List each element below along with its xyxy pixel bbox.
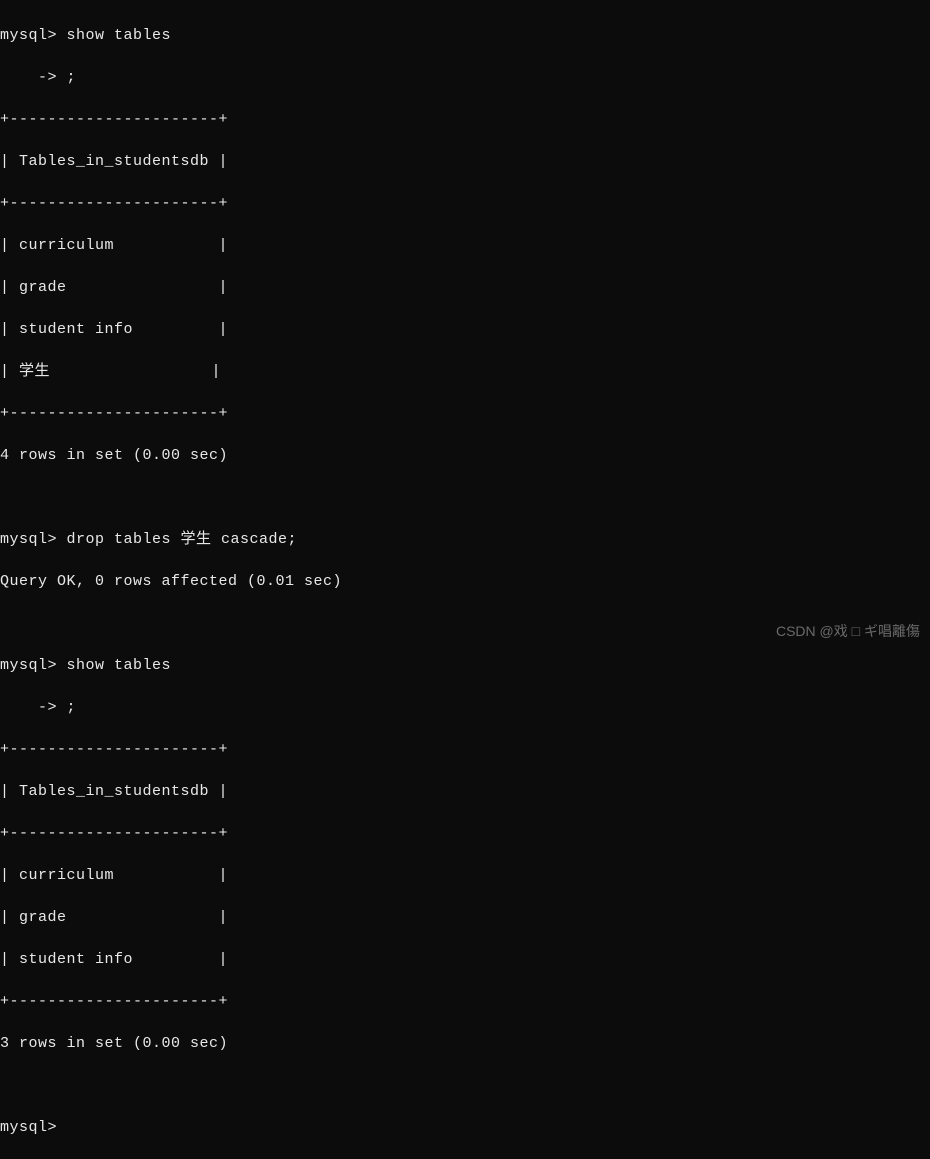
table-divider: +----------------------+ [0, 193, 930, 214]
mysql-prompt: mysql> [0, 531, 57, 548]
result-text: 4 rows in set (0.00 sec) [0, 445, 930, 466]
table-divider: +----------------------+ [0, 991, 930, 1012]
table-header: | Tables_in_studentsdb | [0, 781, 930, 802]
command-text: show tables [67, 657, 172, 674]
table-row: | grade | [0, 907, 930, 928]
prompt-line[interactable]: mysql> [0, 1117, 930, 1138]
continuation-prompt: -> [0, 69, 57, 86]
table-row: | 学生 | [0, 361, 930, 382]
mysql-prompt: mysql> [0, 27, 57, 44]
semicolon: ; [67, 699, 77, 716]
command-text: drop tables 学生 cascade; [67, 531, 298, 548]
command-text: show tables [67, 27, 172, 44]
terminal-output: mysql> show tables -> ; +---------------… [0, 4, 930, 1159]
table-divider: +----------------------+ [0, 109, 930, 130]
blank-line [0, 487, 930, 508]
semicolon: ; [67, 69, 77, 86]
mysql-prompt: mysql> [0, 657, 57, 674]
table-divider: +----------------------+ [0, 403, 930, 424]
continuation-prompt: -> [0, 699, 57, 716]
table-row: | curriculum | [0, 865, 930, 886]
table-row: | curriculum | [0, 235, 930, 256]
result-text: 3 rows in set (0.00 sec) [0, 1033, 930, 1054]
watermark-text: CSDN @戏 □ ギ唱離傷 [776, 622, 920, 642]
table-header: | Tables_in_studentsdb | [0, 151, 930, 172]
table-divider: +----------------------+ [0, 823, 930, 844]
table-row: | student info | [0, 949, 930, 970]
prompt-line[interactable]: mysql> show tables [0, 655, 930, 676]
continuation-line[interactable]: -> ; [0, 697, 930, 718]
continuation-line[interactable]: -> ; [0, 67, 930, 88]
result-text: Query OK, 0 rows affected (0.01 sec) [0, 571, 930, 592]
mysql-prompt: mysql> [0, 1119, 57, 1136]
prompt-line[interactable]: mysql> drop tables 学生 cascade; [0, 529, 930, 550]
prompt-line[interactable]: mysql> show tables [0, 25, 930, 46]
blank-line [0, 1075, 930, 1096]
table-divider: +----------------------+ [0, 739, 930, 760]
table-row: | grade | [0, 277, 930, 298]
table-row: | student info | [0, 319, 930, 340]
